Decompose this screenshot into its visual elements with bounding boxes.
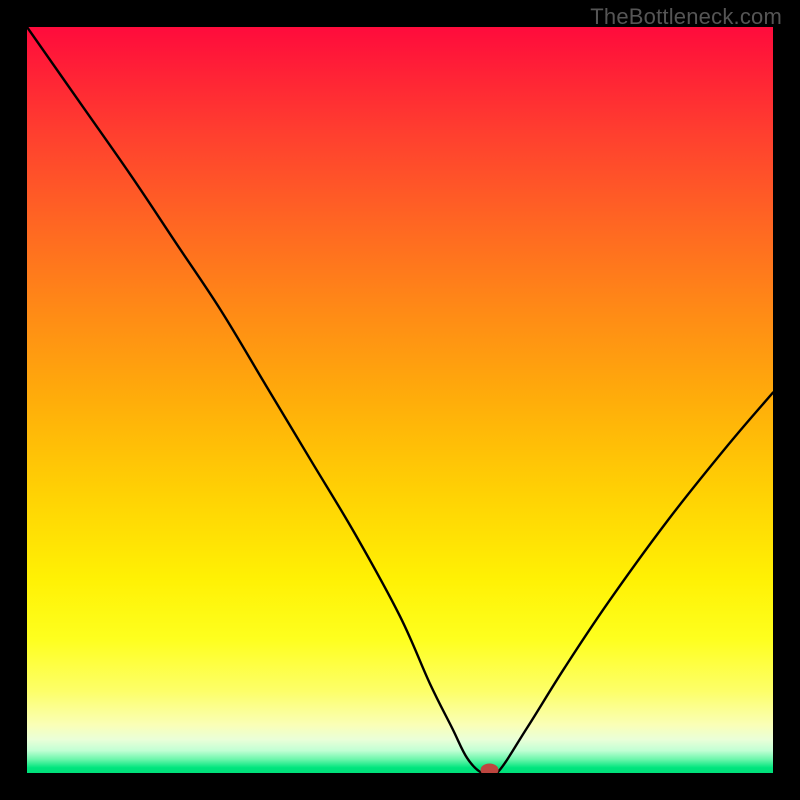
chart-svg bbox=[27, 27, 773, 773]
plot-area bbox=[27, 27, 773, 773]
chart-frame: TheBottleneck.com bbox=[0, 0, 800, 800]
min-marker bbox=[481, 764, 499, 773]
watermark-text: TheBottleneck.com bbox=[590, 4, 782, 30]
bottleneck-curve-path bbox=[27, 27, 773, 773]
